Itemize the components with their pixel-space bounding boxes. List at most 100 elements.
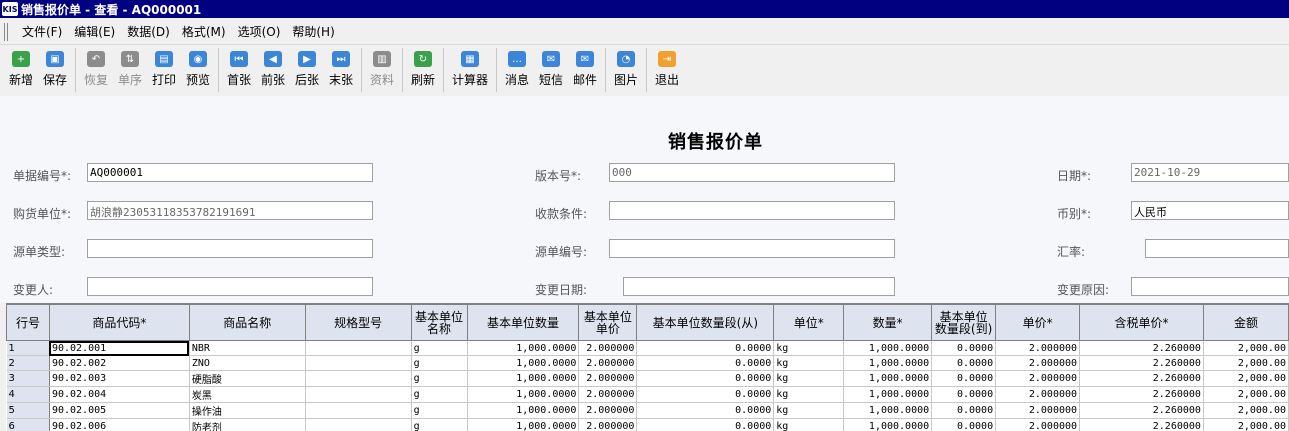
grid-cell[interactable]: g	[411, 355, 468, 371]
grid-cell[interactable]: kg	[773, 355, 845, 371]
grid-cell[interactable]: kg	[773, 370, 845, 387]
grid-cell[interactable]: 0.0000	[636, 370, 775, 387]
grid-cell[interactable]: 0.0000	[931, 355, 997, 371]
grid-cell[interactable]: 1,000.0000	[843, 418, 933, 431]
grid-cell[interactable]: 0.0000	[636, 418, 775, 431]
column-header[interactable]: 基本单位名称	[410, 304, 468, 341]
grid-cell[interactable]: g	[411, 340, 468, 356]
grid-cell[interactable]: 1,000.0000	[467, 355, 580, 371]
grid-cell[interactable]: 1,000.0000	[843, 355, 933, 371]
grid-cell[interactable]: g	[411, 418, 468, 431]
grid-cell[interactable]: 90.02.004	[49, 386, 190, 403]
grid-cell[interactable]: 2,000.00	[1203, 386, 1289, 403]
menu-file[interactable]: 文件(F)	[16, 20, 68, 45]
grid-cell[interactable]	[305, 418, 412, 431]
grid-cell[interactable]: 2.260000	[1079, 355, 1204, 371]
change-date-field[interactable]	[623, 277, 895, 296]
grid-cell[interactable]	[305, 370, 412, 387]
menu-data[interactable]: 数据(D)	[121, 20, 176, 45]
grid-cell[interactable]: 2.000000	[995, 370, 1081, 387]
grid-cell[interactable]: kg	[773, 402, 845, 419]
menu-options[interactable]: 选项(O)	[232, 20, 287, 45]
grid-cell[interactable]: 2.000000	[578, 402, 638, 419]
column-header[interactable]: 规格型号	[304, 304, 412, 341]
grid-cell[interactable]: 硬脂酸	[189, 370, 306, 387]
source-no-field[interactable]	[609, 239, 895, 258]
grid-cell[interactable]: 1,000.0000	[843, 340, 933, 356]
grid-cell[interactable]: 1,000.0000	[843, 386, 933, 403]
customer-field[interactable]: 胡浪静230531183537821916​91	[87, 201, 373, 220]
currency-field[interactable]: 人民币	[1131, 201, 1289, 220]
grid-cell[interactable]: 1,000.0000	[467, 402, 580, 419]
changer-field[interactable]	[87, 277, 373, 296]
grid-cell[interactable]: kg	[773, 340, 845, 356]
grid-cell[interactable]: 90.02.006	[49, 418, 190, 431]
grid-cell[interactable]: 2,000.00	[1203, 370, 1289, 387]
menu-edit[interactable]: 编辑(E)	[68, 20, 121, 45]
grid-cell[interactable]: 90.02.002	[49, 355, 190, 371]
source-type-field[interactable]	[87, 239, 373, 258]
message-button[interactable]: … 消息	[500, 46, 534, 94]
grid-cell[interactable]: ZNO	[189, 355, 306, 371]
grid-cell[interactable]	[305, 340, 412, 356]
table-row[interactable]: 4 90.02.004 炭黑 g 1,000.0000 2.000000 0.0000 kg 1…	[6, 386, 1289, 403]
grid-cell[interactable]: 1,000.0000	[467, 370, 580, 387]
column-header[interactable]: 数量*	[843, 304, 933, 341]
calculator-button[interactable]: ▦ 计算器	[447, 46, 493, 94]
rate-field[interactable]	[1145, 239, 1289, 258]
grid-cell[interactable]: g	[411, 386, 468, 403]
grid-cell[interactable]: 2.260000	[1079, 340, 1204, 356]
grid-cell[interactable]: 0.0000	[931, 370, 997, 387]
grid-cell[interactable]: 2,000.00	[1203, 355, 1289, 371]
grid-cell[interactable]: 0.0000	[931, 340, 997, 356]
grid-cell[interactable]: 2.000000	[578, 418, 638, 431]
grid-cell[interactable]: 操作油	[189, 402, 306, 419]
grid-cell[interactable]: 1,000.0000	[467, 386, 580, 403]
table-row[interactable]: 5 90.02.005 操作油 g 1,000.0000 2.000000 0.0000 kg…	[6, 402, 1289, 419]
grid-cell[interactable]: 90.02.001	[49, 340, 190, 356]
grid-cell[interactable]: 2.000000	[995, 402, 1081, 419]
grid-cell[interactable]: 0.0000	[636, 386, 775, 403]
last-record-button[interactable]: ⏭ 末张	[324, 46, 358, 94]
grid-cell[interactable]: 90.02.003	[49, 370, 190, 387]
grid-cell[interactable]: 2.000000	[995, 355, 1081, 371]
column-header[interactable]: 基本单位数量段(到)	[931, 304, 997, 341]
sequence-button[interactable]: ⇅ 单序	[113, 46, 147, 94]
grid-cell[interactable]: 2.000000	[995, 340, 1081, 356]
grid-cell[interactable]: 2.260000	[1079, 418, 1204, 431]
column-header[interactable]: 商品代码*	[48, 304, 190, 341]
refresh-button[interactable]: ↻ 刷新	[406, 46, 440, 94]
preview-button[interactable]: ◉ 预览	[181, 46, 215, 94]
grid-cell[interactable]	[305, 355, 412, 371]
picture-button[interactable]: ◔ 图片	[609, 46, 643, 94]
menu-help[interactable]: 帮助(H)	[286, 20, 340, 45]
grid-cell[interactable]: 2.000000	[578, 355, 638, 371]
grid-cell[interactable]: 0.0000	[636, 355, 775, 371]
grid-cell[interactable]	[305, 402, 412, 419]
column-header[interactable]: 基本单位数量段(从)	[636, 304, 775, 341]
grid-cell[interactable]: 1,000.0000	[843, 402, 933, 419]
grid-cell[interactable]: 2,000.00	[1203, 402, 1289, 419]
version-field[interactable]: 000	[609, 163, 895, 182]
grid-cell[interactable]: g	[411, 402, 468, 419]
grid-cell[interactable]: 炭黑	[189, 386, 306, 403]
column-header[interactable]: 金额	[1202, 304, 1289, 341]
grid-cell[interactable]: 2.000000	[578, 340, 638, 356]
grid-cell[interactable]: 0.0000	[636, 402, 775, 419]
bill-no-field[interactable]: AQ000001	[87, 163, 373, 182]
column-header[interactable]: 含税单价*	[1079, 304, 1204, 341]
print-button[interactable]: ▤ 打印	[147, 46, 181, 94]
change-reason-field[interactable]	[1131, 277, 1289, 296]
column-header[interactable]: 商品名称	[188, 304, 306, 341]
grid-cell[interactable]: 2,000.00	[1203, 340, 1289, 356]
previous-record-button[interactable]: ◀ 前张	[256, 46, 290, 94]
grid-cell[interactable]: 90.02.005	[49, 402, 190, 419]
grid-cell[interactable]: 1,000.0000	[843, 370, 933, 387]
grid-cell[interactable]: 2.260000	[1079, 386, 1204, 403]
grid-cell[interactable]: 防老剂	[189, 418, 306, 431]
column-header[interactable]: 行号	[6, 304, 50, 341]
menu-format[interactable]: 格式(M)	[176, 20, 232, 45]
grid-cell[interactable]: 2.000000	[578, 386, 638, 403]
date-field[interactable]: 2021-10-29	[1131, 163, 1289, 182]
entry-grid[interactable]: 行号 商品代码* 商品名称 规格型号 基本单位名称 基本单位数量 基本单位单价 基本单位数量段…	[6, 303, 1289, 431]
